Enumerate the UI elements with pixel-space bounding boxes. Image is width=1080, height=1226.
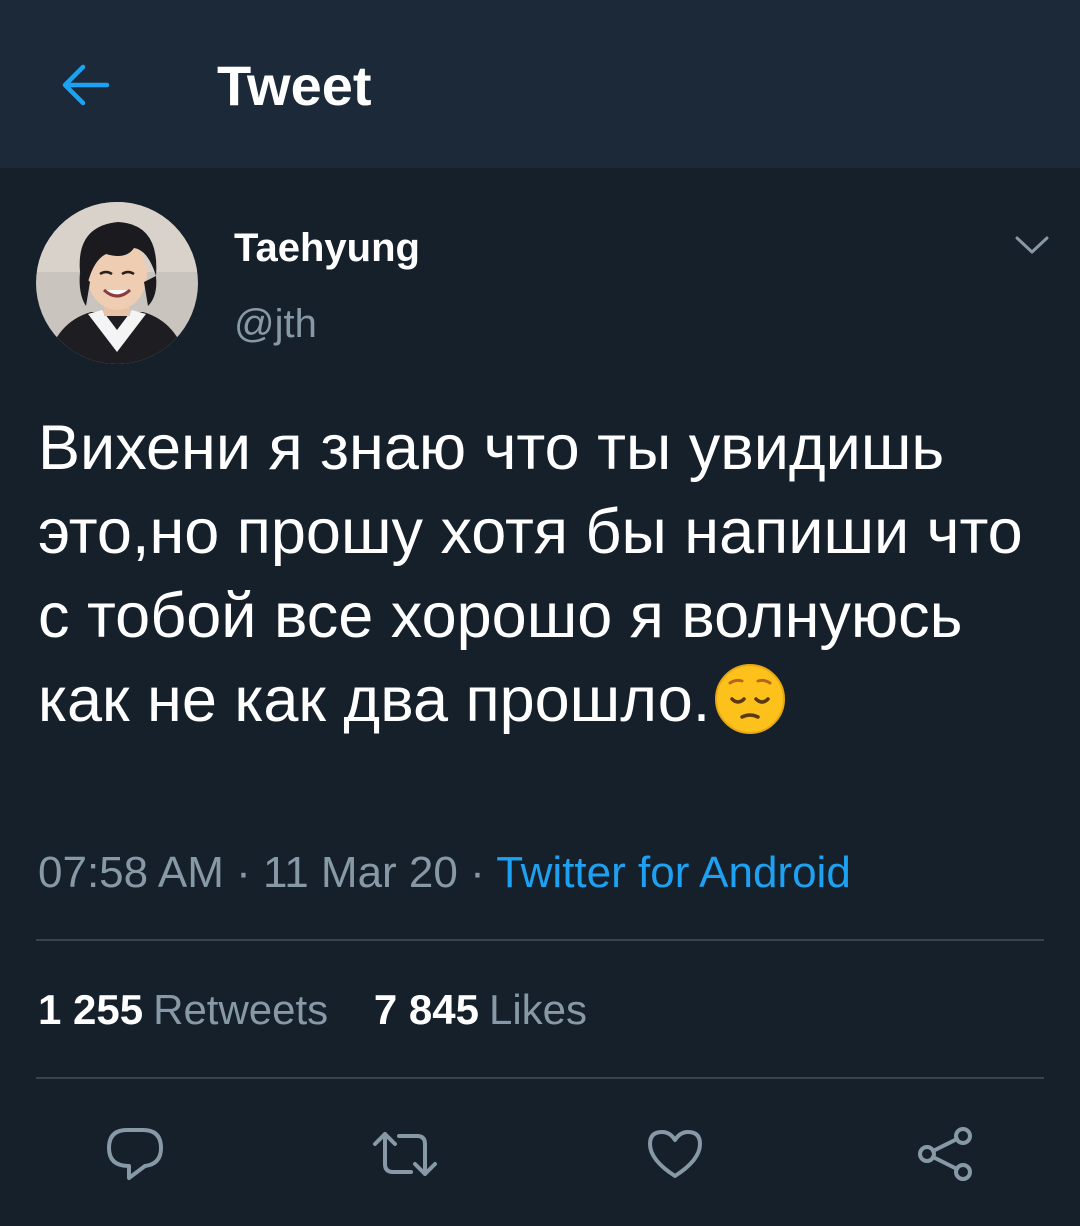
share-button[interactable] — [905, 1114, 985, 1194]
back-button[interactable] — [50, 50, 120, 120]
retweet-button[interactable] — [365, 1114, 445, 1194]
likes-count: 7 845 — [373, 986, 479, 1033]
chevron-down-icon — [1015, 236, 1049, 254]
tweet-time: 07:58 AM — [38, 848, 224, 897]
retweet-icon — [373, 1132, 437, 1176]
reply-icon — [107, 1128, 163, 1180]
avatar-photo — [36, 202, 198, 364]
tweet-text: Вихени я знаю что ты увидишь это,но прош… — [38, 406, 1048, 742]
pensive-face-emoji — [714, 663, 786, 735]
page-title: Tweet — [217, 54, 372, 117]
tweet-body: Вихени я знаю что ты увидишь это,но прош… — [38, 413, 1023, 735]
reply-button[interactable] — [95, 1114, 175, 1194]
tweet-meta: 07:58 AM · 11 Mar 20 · Twitter for Andro… — [38, 846, 851, 900]
arrow-left-icon — [62, 64, 110, 106]
meta-separator: · — [236, 848, 251, 897]
tweet-source-link[interactable]: Twitter for Android — [496, 848, 851, 897]
author-display-name[interactable]: Taehyung — [234, 224, 420, 272]
meta-separator: · — [470, 848, 485, 897]
top-app-bar: Tweet — [0, 0, 1080, 168]
retweets-stat[interactable]: 1 255 Retweets — [38, 986, 328, 1033]
retweets-count: 1 255 — [38, 986, 144, 1033]
more-options-button[interactable] — [1006, 226, 1058, 266]
tweet-detail: Taehyung @jth Вихени я знаю что ты увиди… — [0, 168, 1080, 1226]
like-button[interactable] — [635, 1114, 715, 1194]
likes-label: Likes — [488, 986, 588, 1033]
avatar[interactable] — [36, 202, 198, 364]
like-icon — [648, 1130, 702, 1178]
share-icon — [918, 1127, 972, 1181]
likes-stat[interactable]: 7 845 Likes — [374, 986, 587, 1033]
author-handle: @jth — [234, 302, 317, 346]
divider — [36, 939, 1044, 941]
tweet-date: 11 Mar 20 — [263, 848, 458, 897]
retweets-label: Retweets — [153, 986, 329, 1033]
divider — [36, 1077, 1044, 1079]
tweet-stats: 1 255 Retweets 7 845 Likes — [38, 984, 587, 1036]
